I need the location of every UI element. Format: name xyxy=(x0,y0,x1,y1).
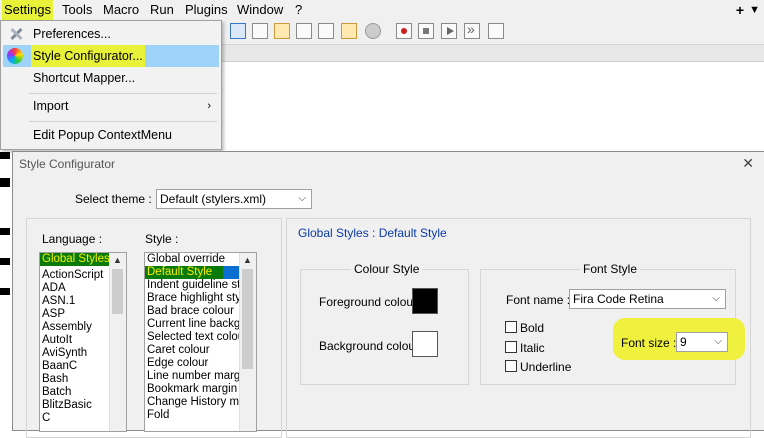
language-list-item[interactable]: Global Styles xyxy=(40,253,113,266)
menu-run[interactable]: Run xyxy=(148,0,176,20)
editor-text-fragment xyxy=(0,178,10,187)
show-all-chars-icon[interactable] xyxy=(252,23,268,39)
menu-bar: Settings Tools Macro Run Plugins Window … xyxy=(0,0,764,20)
scrollbar-thumb[interactable] xyxy=(242,269,253,369)
font-name-select[interactable]: Fira Code Retina ⌵ xyxy=(569,289,726,309)
menu-help[interactable]: ? xyxy=(293,0,304,20)
menu-item-label: Shortcut Mapper... xyxy=(33,71,136,85)
underline-checkbox[interactable] xyxy=(505,360,517,372)
menu-item-label: Import xyxy=(33,99,69,113)
language-list-scrollbar[interactable]: ▲ xyxy=(109,253,126,431)
folder-as-workspace-icon[interactable] xyxy=(341,23,357,39)
function-list-icon[interactable] xyxy=(296,23,312,39)
menu-item-shortcut-mapper[interactable]: Shortcut Mapper... xyxy=(3,67,219,89)
style-list-scrollbar[interactable]: ▲ xyxy=(239,253,256,431)
font-size-value: 9 xyxy=(680,335,687,349)
menu-macro[interactable]: Macro xyxy=(101,0,141,20)
font-size-label: Font size : xyxy=(621,336,677,350)
bold-checkbox[interactable] xyxy=(505,321,517,333)
play-macro-icon[interactable] xyxy=(441,23,457,39)
editor-text-fragment xyxy=(0,288,10,295)
theme-select[interactable]: Default (stylers.xml) ⌵ xyxy=(156,189,312,209)
scroll-up-icon: ▲ xyxy=(113,255,122,265)
editor-text-fragment xyxy=(0,228,10,235)
monitoring-icon[interactable] xyxy=(365,23,381,39)
italic-checkbox[interactable] xyxy=(505,341,517,353)
chevron-down-icon: ⌵ xyxy=(712,293,720,304)
menu-settings[interactable]: Settings xyxy=(2,0,53,20)
word-wrap-icon[interactable] xyxy=(230,23,246,39)
tab-list-down-icon[interactable]: ▼ xyxy=(749,0,760,20)
colour-style-label: Colour Style xyxy=(351,262,423,276)
menu-item-label: Edit Popup ContextMenu xyxy=(33,128,172,142)
section-title: Global Styles : Default Style xyxy=(298,226,447,240)
italic-label: Italic xyxy=(520,341,545,355)
function-icon[interactable] xyxy=(318,23,334,39)
menu-separator xyxy=(29,121,217,122)
menu-item-edit-popup-contextmenu[interactable]: Edit Popup ContextMenu xyxy=(3,124,219,146)
select-theme-label: Select theme : xyxy=(75,192,152,206)
menu-item-label: Style Configurator... xyxy=(31,45,145,67)
stop-macro-icon[interactable] xyxy=(418,23,434,39)
background-colour-label: Background colour xyxy=(319,339,420,353)
style-configurator-dialog: Style Configurator ✕ Select theme : Defa… xyxy=(12,151,764,438)
language-list[interactable]: Global Styles ActionScript ADA ASN.1 ASP Asse… xyxy=(39,252,127,432)
settings-dropdown-menu: Preferences... Style Configurator... Sho… xyxy=(0,20,222,150)
menu-plugins[interactable]: Plugins xyxy=(183,0,230,20)
font-size-select[interactable]: 9 ⌵ xyxy=(676,332,728,352)
close-icon[interactable]: ✕ xyxy=(742,155,754,172)
background-colour-swatch[interactable] xyxy=(412,331,438,357)
font-style-label: Font Style xyxy=(580,262,641,276)
doc-map-icon[interactable] xyxy=(274,23,290,39)
language-label: Language : xyxy=(39,232,106,246)
dialog-title: Style Configurator xyxy=(19,157,116,171)
editor-text-fragment xyxy=(0,258,10,265)
editor-text-fragment xyxy=(0,152,10,159)
menu-separator xyxy=(29,93,217,94)
record-macro-icon[interactable] xyxy=(396,23,412,39)
color-wheel-icon xyxy=(7,48,23,64)
menu-item-preferences[interactable]: Preferences... xyxy=(3,23,219,45)
new-tab-plus-icon[interactable]: + xyxy=(736,0,744,20)
bold-label: Bold xyxy=(520,321,545,335)
font-name-value: Fira Code Retina xyxy=(573,292,664,306)
menu-item-import[interactable]: Import › xyxy=(3,95,219,117)
menu-tools[interactable]: Tools xyxy=(60,0,94,20)
chevron-down-icon: ⌵ xyxy=(714,336,722,347)
style-label: Style : xyxy=(142,232,182,246)
foreground-colour-swatch[interactable] xyxy=(412,288,438,314)
save-macro-icon[interactable] xyxy=(488,23,504,39)
underline-label: Underline xyxy=(520,360,572,374)
scroll-up-icon: ▲ xyxy=(243,255,252,265)
chevron-down-icon: ⌵ xyxy=(298,193,306,204)
menu-item-label: Preferences... xyxy=(33,27,111,41)
menu-item-style-configurator[interactable]: Style Configurator... xyxy=(3,45,219,67)
preferences-icon xyxy=(9,27,23,41)
theme-select-value: Default (stylers.xml) xyxy=(160,192,267,206)
run-macro-multiple-icon[interactable] xyxy=(464,21,480,39)
style-list[interactable]: Global override Default Style Indent guide… xyxy=(144,252,257,432)
colour-style-group xyxy=(300,269,469,385)
chevron-right-icon: › xyxy=(207,100,211,112)
foreground-colour-label: Foreground colour xyxy=(319,295,418,309)
menu-window[interactable]: Window xyxy=(235,0,285,20)
scrollbar-thumb[interactable] xyxy=(112,269,123,314)
font-name-label: Font name : xyxy=(506,293,571,307)
